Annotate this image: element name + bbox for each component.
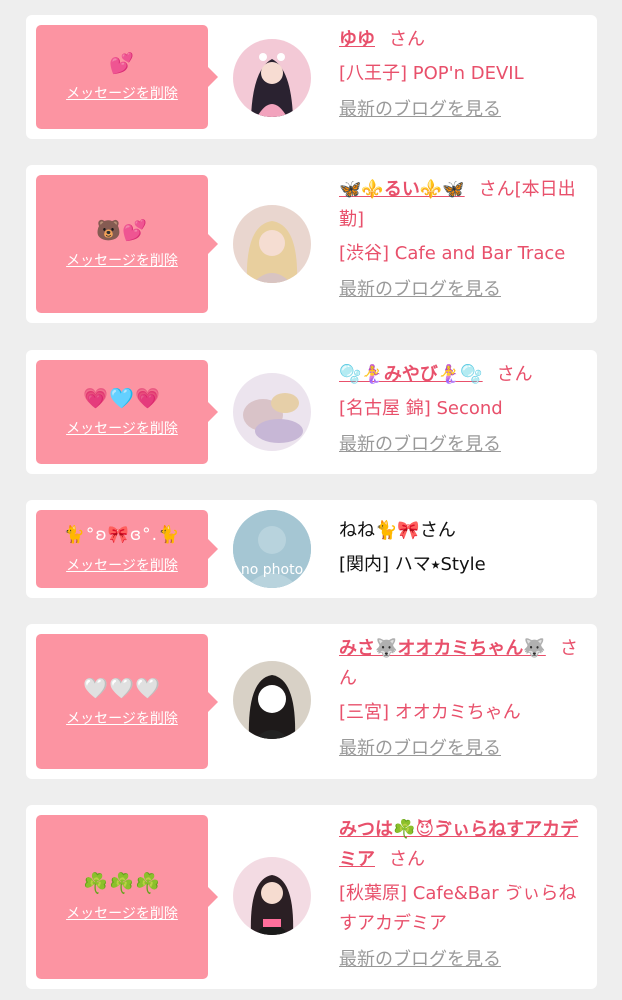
message-bubble: 🐈°ʚ🎀ɞ°.🐈 メッセージを削除 [36,510,218,588]
avatar[interactable] [233,373,311,451]
shop-name: [八王子] POP'n DEVIL [339,63,524,84]
list-item: 💗🩵💗 メッセージを削除 🫧🧜‍♀️みやび🧜‍♀️🫧 さん [名古屋 錦] Sec… [26,350,597,474]
emoji-message: 💗🩵💗 [83,386,161,410]
avatar[interactable] [233,205,311,283]
cast-name-link[interactable]: みつは☘️😈ゔぃらねすアカデミア [339,819,578,870]
cast-name-link[interactable]: みさ🐺オオカミちゃん🐺 [339,638,546,659]
shop-name: [渋谷] Cafe and Bar Trace [339,243,566,264]
blog-link[interactable]: 最新のブログを見る [339,275,589,305]
item-info: 🫧🧜‍♀️みやび🧜‍♀️🫧 さん [名古屋 錦] Second 最新のブログを見る [339,360,589,460]
emoji-message: 🤍🤍🤍 [83,675,161,700]
delete-message-link[interactable]: メッセージを削除 [66,250,178,270]
message-bubble: 🤍🤍🤍 メッセージを削除 [36,634,218,769]
avatar[interactable] [233,857,311,935]
no-photo-label: no photo [241,562,303,578]
list-item: ☘️☘️☘️ メッセージを削除 みつは☘️😈ゔぃらねすアカデミア さん [秋葉原]… [26,805,597,989]
name-suffix: さん [419,520,456,541]
item-info: みさ🐺オオカミちゃん🐺 さん [三宮] オオカミちゃん 最新のブログを見る [339,634,589,764]
item-info: ゆゆ さん [八王子] POP'n DEVIL 最新のブログを見る [339,25,589,125]
delete-message-link[interactable]: メッセージを削除 [66,83,178,103]
delete-message-link[interactable]: メッセージを削除 [66,555,178,575]
blog-link[interactable]: 最新のブログを見る [339,734,589,764]
shop-name: [名古屋 錦] Second [339,398,503,419]
avatar[interactable] [233,661,311,739]
cast-name: ねね🐈🎀 [339,520,420,541]
cast-name-link[interactable]: 🫧🧜‍♀️みやび🧜‍♀️🫧 [339,364,483,385]
emoji-message: 🐈°ʚ🎀ɞ°.🐈 [63,525,181,545]
blog-link[interactable]: 最新のブログを見る [339,945,589,975]
shop-name: [秋葉原] Cafe&Bar ゔぃらねすアカデミア [339,883,577,934]
item-info: みつは☘️😈ゔぃらねすアカデミア さん [秋葉原] Cafe&Bar ゔぃらねすア… [339,815,589,975]
delete-message-link[interactable]: メッセージを削除 [66,418,178,438]
emoji-message: 💕 [109,51,135,75]
blog-link[interactable]: 最新のブログを見る [339,430,589,460]
message-bubble: 💗🩵💗 メッセージを削除 [36,360,218,464]
item-info: ねね🐈🎀さん [関内] ハマ⭑Style [339,516,589,580]
list-item: 🐻💕 メッセージを削除 🦋⚜️るい⚜️🦋 さん[本日出勤] [渋谷] Cafe a… [26,165,597,323]
list-item: 🐈°ʚ🎀ɞ°.🐈 メッセージを削除 no photo ねね🐈🎀さん [関内] ハ… [26,500,597,598]
emoji-message: 🐻💕 [96,218,148,242]
shop-name: [三宮] オオカミちゃん [339,702,521,723]
name-suffix: さん [389,849,425,870]
name-suffix: さん [389,29,425,50]
avatar[interactable]: no photo [233,510,311,588]
name-suffix: さん [496,364,533,385]
item-info: 🦋⚜️るい⚜️🦋 さん[本日出勤] [渋谷] Cafe and Bar Trace… [339,175,589,305]
shop-name: [関内] ハマ⭑Style [339,554,486,575]
cast-name-link[interactable]: ゆゆ [339,29,375,50]
message-bubble: 🐻💕 メッセージを削除 [36,175,218,313]
message-list: 💕 メッセージを削除 ゆゆ さん [八王子] POP'n DEVIL 最新のブログ… [0,0,622,1000]
emoji-message: ☘️☘️☘️ [83,871,161,895]
cast-name-link[interactable]: 🦋⚜️るい⚜️🦋 [339,179,465,200]
blog-link[interactable]: 最新のブログを見る [339,95,589,125]
list-item: 💕 メッセージを削除 ゆゆ さん [八王子] POP'n DEVIL 最新のブログ… [26,15,597,139]
delete-message-link[interactable]: メッセージを削除 [66,903,178,923]
list-item: 🤍🤍🤍 メッセージを削除 みさ🐺オオカミちゃん🐺 さん [三宮] オオカミちゃん … [26,624,597,779]
message-bubble: 💕 メッセージを削除 [36,25,218,129]
message-bubble: ☘️☘️☘️ メッセージを削除 [36,815,218,979]
delete-message-link[interactable]: メッセージを削除 [66,708,178,728]
avatar[interactable] [233,39,311,117]
